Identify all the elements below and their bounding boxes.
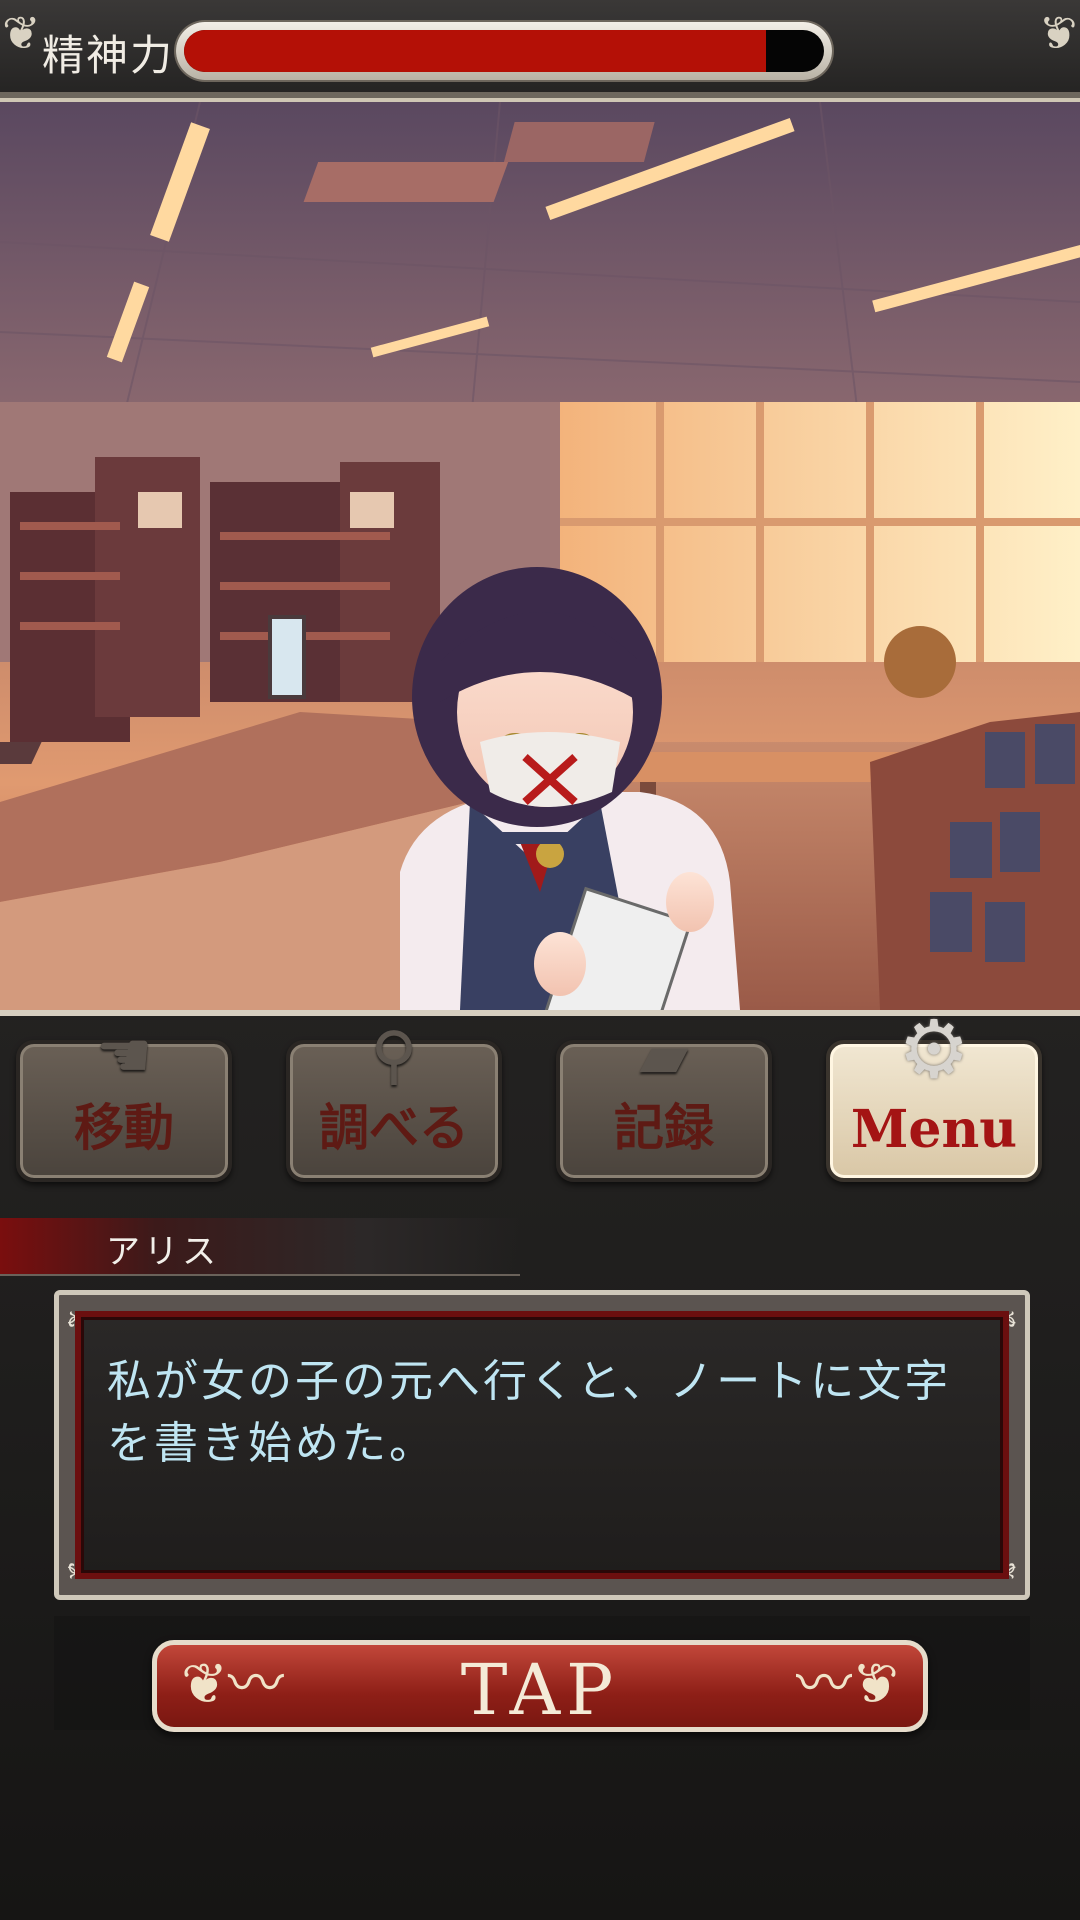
sanity-label: 精神力 bbox=[42, 31, 175, 80]
pointing-hand-icon: ☚ bbox=[95, 1019, 153, 1093]
dialogue-inner-frame: 私が女の子の元へ行くと、ノートに文字を書き始めた。 bbox=[75, 1311, 1009, 1579]
corner-ornament-icon: ❦ bbox=[1039, 6, 1078, 60]
library-background bbox=[0, 102, 1080, 1010]
investigate-button[interactable]: ⚲ 調べる bbox=[286, 1024, 502, 1182]
scene-view[interactable] bbox=[0, 102, 1080, 1016]
investigate-button-label: 調べる bbox=[319, 1098, 469, 1157]
dialogue-text: 私が女の子の元へ行くと、ノートに文字を書き始めた。 bbox=[107, 1356, 952, 1469]
corner-ornament-icon: ❦ bbox=[2, 6, 41, 60]
sanity-gauge-track bbox=[184, 30, 824, 72]
folder-icon: ▰ bbox=[639, 1019, 689, 1093]
magnifier-icon: ⚲ bbox=[370, 1019, 418, 1093]
dialogue-box[interactable]: ❧ ❧ ❧ ❧ 私が女の子の元へ行くと、ノートに文字を書き始めた。 bbox=[54, 1290, 1030, 1600]
sanity-gauge bbox=[176, 22, 832, 80]
speaker-name-plate: アリス bbox=[0, 1218, 520, 1276]
record-button-label: 記録 bbox=[614, 1098, 714, 1157]
menu-button-label: Menu bbox=[850, 1099, 1018, 1160]
move-button-label: 移動 bbox=[74, 1098, 174, 1157]
gear-icon: ⚙ bbox=[898, 1003, 970, 1096]
menu-button[interactable]: ⚙ Menu bbox=[826, 1010, 1042, 1182]
record-button[interactable]: ▰ 記録 bbox=[556, 1024, 772, 1182]
sanity-gauge-fill bbox=[184, 30, 767, 72]
status-bar: ❦ 精神力 ❦ bbox=[0, 0, 1080, 102]
flourish-right-icon: ❦〰 bbox=[796, 1652, 899, 1717]
tap-button[interactable]: ❦〰 TAP ❦〰 bbox=[152, 1640, 928, 1732]
move-button[interactable]: ☚ 移動 bbox=[16, 1024, 232, 1182]
speaker-name: アリス bbox=[106, 1232, 220, 1272]
